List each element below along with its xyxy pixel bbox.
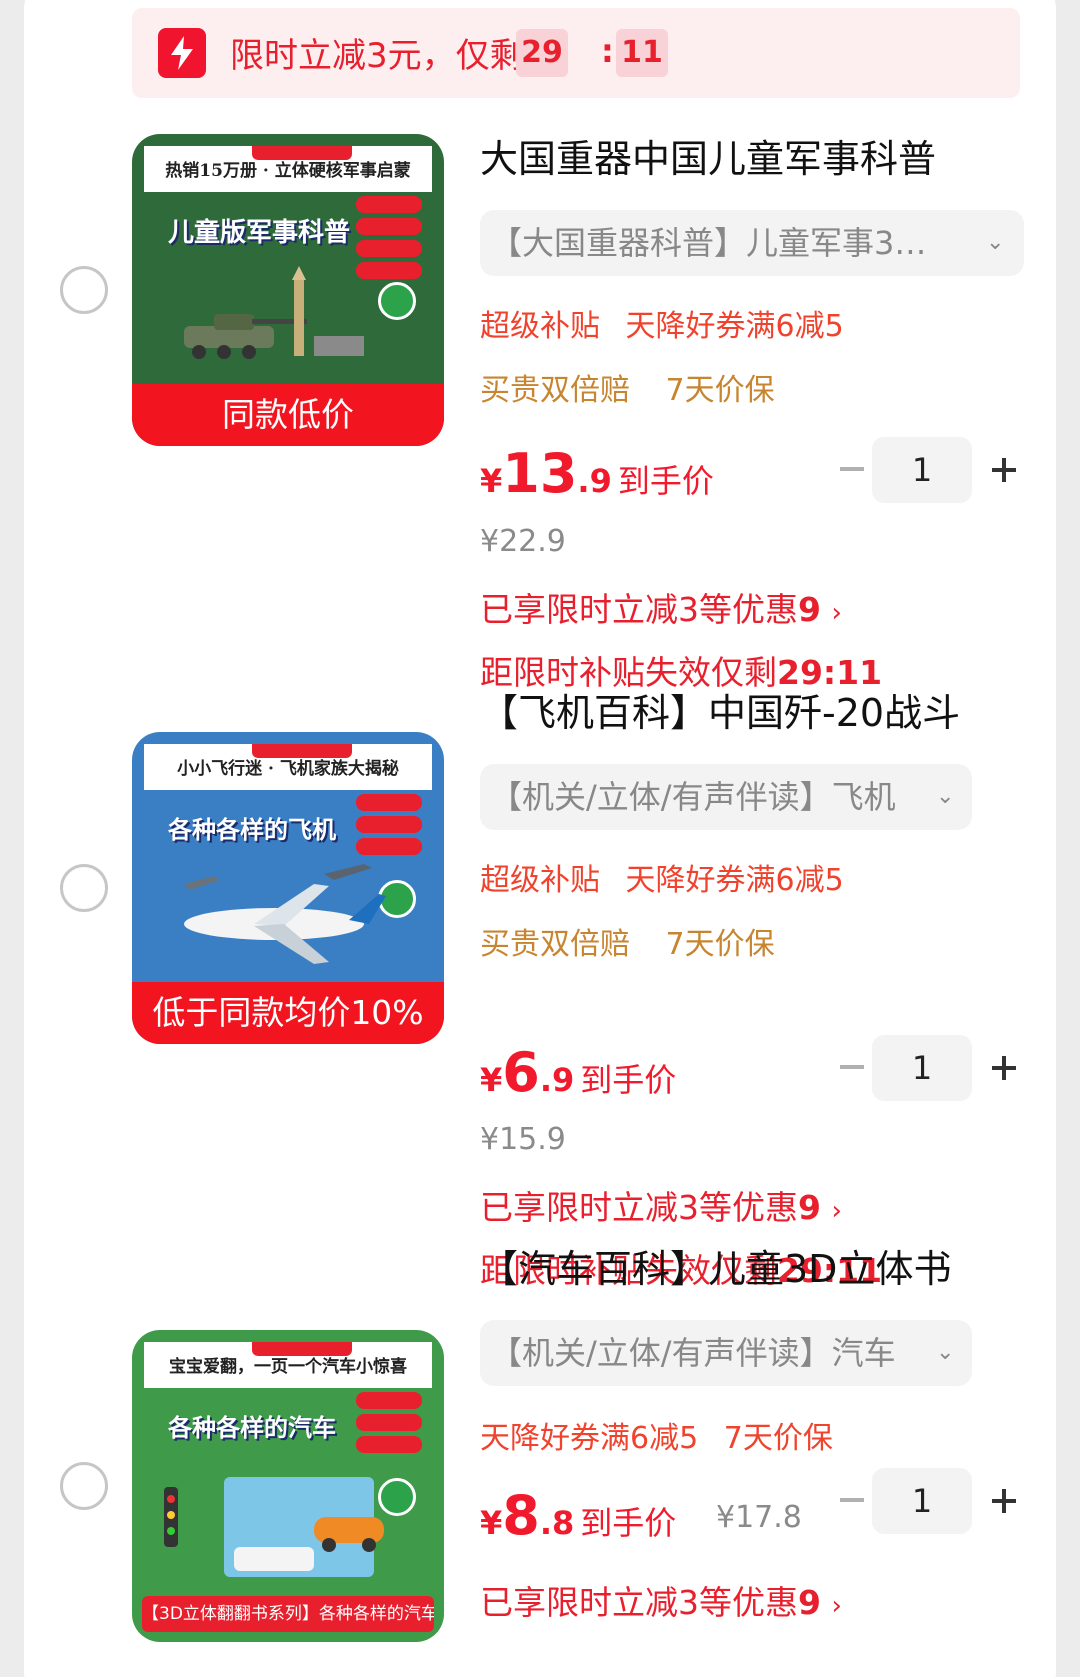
final-price: ¥8.8 到手价 — [480, 1484, 676, 1547]
guarantee-tags: 买贵双倍赔 7天价保 — [480, 926, 801, 964]
price-integer: 8 — [502, 1484, 540, 1547]
quantity-stepper: 1 — [826, 437, 1026, 503]
quantity-stepper: 1 — [826, 1468, 1026, 1534]
chevron-down-icon: ⌄ — [986, 230, 1005, 255]
price-label: 到手价 — [580, 1504, 677, 1542]
tag-double-compensation: 买贵双倍赔 — [480, 927, 630, 962]
brand-tag — [252, 744, 352, 758]
benefit-tags: 天降好券满6减5 7天价保 — [480, 1420, 859, 1458]
chevron-down-icon: ⌄ — [936, 784, 955, 809]
brand-tag — [252, 146, 352, 160]
quantity-value[interactable]: 1 — [872, 437, 972, 503]
sku-text: 【机关/立体/有声伴读】汽车 — [490, 1334, 896, 1372]
select-radio[interactable] — [60, 1462, 108, 1510]
price-label: 到手价 — [580, 1061, 677, 1099]
product-title[interactable]: 【汽车百科】儿童3D立体书 — [480, 1246, 951, 1292]
original-price: ¥17.8 — [716, 1500, 802, 1535]
cart-item: 热销15万册 · 立体硬核军事启蒙 儿童版军事科普 同款低价 大国重器中国儿童军… — [0, 0, 1080, 692]
quantity-value[interactable]: 1 — [872, 1035, 972, 1101]
seal-icon — [378, 282, 416, 320]
book-title: 各种各样的汽车 — [168, 1414, 336, 1442]
original-price: ¥22.9 — [480, 524, 566, 559]
tag-super-subsidy: 超级补贴 — [480, 309, 600, 344]
price-decimal: .8 — [539, 1504, 575, 1542]
benefit-tags: 超级补贴 天降好券满6减5 — [480, 308, 860, 346]
thumb-badge: 同款低价 — [132, 384, 444, 446]
minus-icon[interactable] — [840, 1065, 864, 1069]
quantity-stepper: 1 — [826, 1035, 1026, 1101]
chevron-right-icon: › — [831, 1591, 842, 1621]
select-radio[interactable] — [60, 864, 108, 912]
minus-icon[interactable] — [840, 467, 864, 471]
benefit-tags: 超级补贴 天降好券满6减5 — [480, 862, 860, 900]
cart-item: 宝宝爱翻，一页一个汽车小惊喜 各种各样的汽车 【3D立体翻翻书系列】各种各样的汽… — [0, 1196, 1080, 1677]
tag-price-protect: 7天价保 — [723, 1421, 833, 1456]
price-integer: 13 — [502, 442, 578, 505]
book-title: 儿童版军事科普 — [168, 218, 351, 248]
plus-icon[interactable] — [992, 458, 1016, 482]
sku-selector[interactable]: 【机关/立体/有声伴读】飞机 ⌄ — [480, 764, 972, 830]
book-tags — [356, 794, 422, 860]
sku-text: 【机关/立体/有声伴读】飞机 — [490, 778, 896, 816]
tag-coupon: 天降好券满6减5 — [480, 1421, 699, 1456]
price-currency: ¥ — [480, 462, 503, 500]
promo-amount: 9 — [798, 1583, 821, 1622]
select-radio[interactable] — [60, 266, 108, 314]
product-image[interactable]: 热销15万册 · 立体硬核军事启蒙 儿童版军事科普 同款低价 — [132, 134, 444, 446]
product-image[interactable]: 宝宝爱翻，一页一个汽车小惊喜 各种各样的汽车 【3D立体翻翻书系列】各种各样的汽… — [132, 1330, 444, 1642]
price-integer: 6 — [502, 1041, 540, 1104]
sku-selector[interactable]: 【机关/立体/有声伴读】汽车 ⌄ — [480, 1320, 972, 1386]
tag-coupon: 天降好券满6减5 — [625, 309, 844, 344]
product-image[interactable]: 小小飞行迷 · 飞机家族大揭秘 各种各样的飞机 低于同款均价10% — [132, 732, 444, 1044]
book-tags — [356, 1392, 422, 1458]
price-currency: ¥ — [480, 1061, 503, 1099]
plus-icon[interactable] — [992, 1489, 1016, 1513]
book-title: 各种各样的飞机 — [168, 816, 336, 844]
tag-double-compensation: 买贵双倍赔 — [480, 373, 630, 408]
price-currency: ¥ — [480, 1504, 503, 1542]
product-title[interactable]: 【飞机百科】中国歼-20战斗 — [480, 690, 960, 736]
quantity-value[interactable]: 1 — [872, 1468, 972, 1534]
price-decimal: .9 — [577, 462, 612, 500]
final-price: ¥6.9 到手价 — [480, 1041, 676, 1104]
minus-icon[interactable] — [840, 1498, 864, 1502]
tag-price-protect: 7天价保 — [665, 373, 775, 408]
plus-icon[interactable] — [992, 1056, 1016, 1080]
tag-price-protect: 7天价保 — [665, 927, 775, 962]
book-series-caption: 【3D立体翻翻书系列】各种各样的汽车 — [142, 1596, 434, 1632]
product-title[interactable]: 大国重器中国儿童军事科普 — [480, 136, 936, 182]
price-label: 到手价 — [617, 462, 714, 500]
sku-text: 【大国重器科普】儿童军事3… — [490, 224, 927, 262]
discount-detail-link[interactable]: 已享限时立减3等优惠9 › — [480, 1576, 842, 1624]
price-decimal: .9 — [539, 1061, 575, 1099]
guarantee-tags: 买贵双倍赔 7天价保 — [480, 372, 801, 410]
brand-tag — [252, 1342, 352, 1356]
original-price: ¥15.9 — [480, 1122, 566, 1157]
tag-coupon: 天降好券满6减5 — [625, 863, 844, 898]
final-price: ¥13.9 到手价 — [480, 442, 714, 505]
promo-text: 已享限时立减3等优惠 — [480, 1583, 798, 1622]
car-illustration-icon — [164, 1477, 384, 1577]
airplane-illustration-icon — [184, 864, 386, 964]
chevron-down-icon: ⌄ — [936, 1340, 955, 1365]
cart-item: 小小飞行迷 · 飞机家族大揭秘 各种各样的飞机 低于同款均价10% 【飞机百科】… — [0, 598, 1080, 1290]
military-illustration-icon — [184, 266, 364, 359]
tag-super-subsidy: 超级补贴 — [480, 863, 600, 898]
sku-selector[interactable]: 【大国重器科普】儿童军事3… ⌄ — [480, 210, 1024, 276]
thumb-badge: 低于同款均价10% — [132, 982, 444, 1044]
